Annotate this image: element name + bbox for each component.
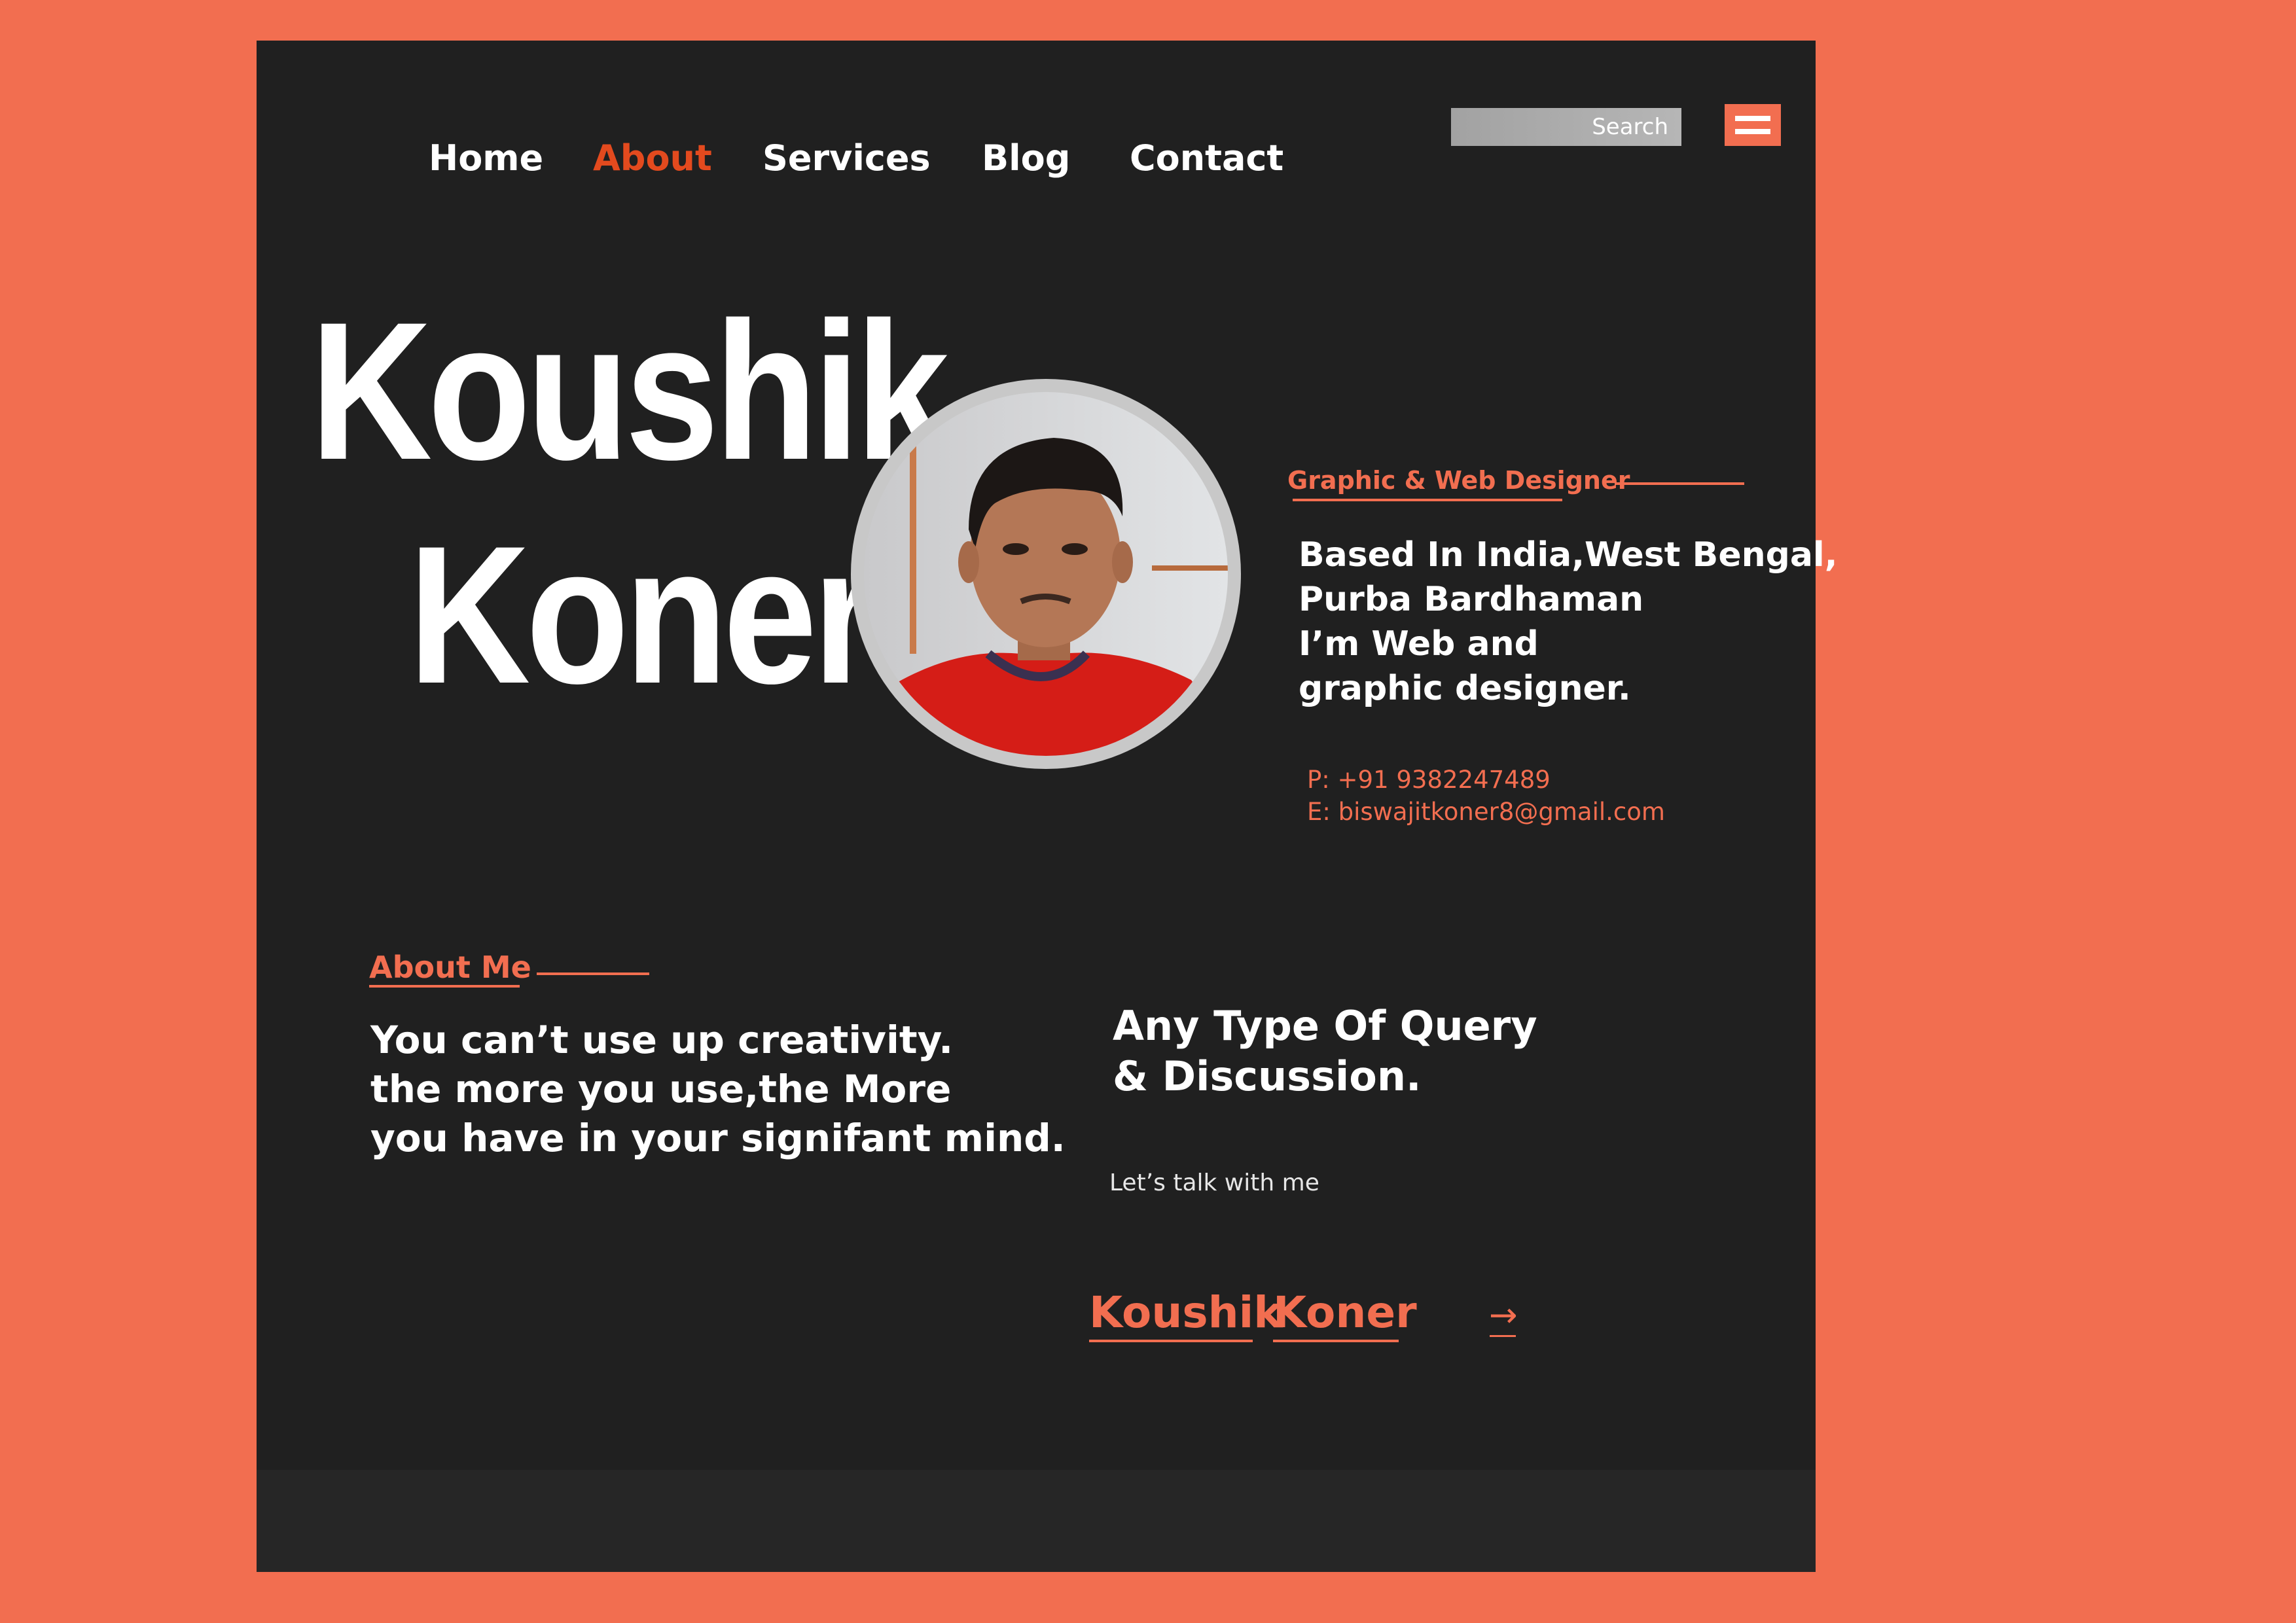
- hero-first-name: Koushik: [310, 281, 949, 501]
- bio-text: Based In India,West Bengal, Purba Bardha…: [1299, 533, 1838, 711]
- query-title-line: & Discussion.: [1113, 1052, 1422, 1100]
- bio-line: graphic designer.: [1299, 669, 1631, 708]
- contact-link-underline-last: [1273, 1340, 1399, 1342]
- about-quote: You can’t use up creativity. the more yo…: [370, 1016, 1066, 1163]
- hamburger-icon: [1735, 116, 1770, 121]
- about-heading: About Me: [369, 950, 531, 985]
- arrow-right-icon[interactable]: →: [1489, 1298, 1518, 1332]
- search-input[interactable]: [1451, 108, 1681, 146]
- arrow-underline: [1490, 1335, 1516, 1337]
- about-underline: [369, 985, 520, 988]
- about-decor-line: [537, 972, 649, 975]
- contact-link-last-name[interactable]: Koner: [1273, 1287, 1417, 1338]
- quote-line: you have in your signifant mind.: [370, 1116, 1066, 1160]
- query-title-line: Any Type Of Query: [1113, 1002, 1537, 1050]
- bio-line: Purba Bardhaman: [1299, 580, 1644, 619]
- nav-contact[interactable]: Contact: [1130, 137, 1283, 179]
- quote-line: the more you use,the More: [370, 1067, 952, 1111]
- quote-line: You can’t use up creativity.: [370, 1018, 954, 1062]
- role-label: Graphic & Web Designer: [1287, 466, 1630, 495]
- bio-line: Based In India,West Bengal,: [1299, 535, 1838, 575]
- nav-about[interactable]: About: [593, 137, 712, 179]
- nav-home[interactable]: Home: [429, 137, 543, 179]
- bio-line: I’m Web and: [1299, 624, 1539, 664]
- contact-link-first-name[interactable]: Koushik: [1089, 1287, 1282, 1338]
- menu-button[interactable]: [1725, 104, 1781, 146]
- profile-photo: [864, 392, 1228, 756]
- avatar: [851, 379, 1241, 769]
- page-panel: Home About Services Blog Contact Koushik…: [257, 41, 1838, 1572]
- email-text[interactable]: E: biswajitkoner8@gmail.com: [1307, 798, 1665, 826]
- role-underline: [1293, 499, 1562, 501]
- footer-band: [257, 1470, 1816, 1572]
- contact-link-underline: [1089, 1340, 1253, 1342]
- role-decor-line: [1615, 482, 1744, 485]
- hamburger-icon-bar: [1735, 129, 1770, 134]
- nav-blog[interactable]: Blog: [982, 137, 1070, 179]
- query-subtitle: Let’s talk with me: [1109, 1169, 1319, 1196]
- query-title: Any Type Of Query & Discussion.: [1113, 1001, 1537, 1101]
- nav-services[interactable]: Services: [762, 137, 931, 179]
- phone-text: P: +91 9382247489: [1307, 766, 1551, 794]
- hero-last-name: Koner: [408, 505, 878, 724]
